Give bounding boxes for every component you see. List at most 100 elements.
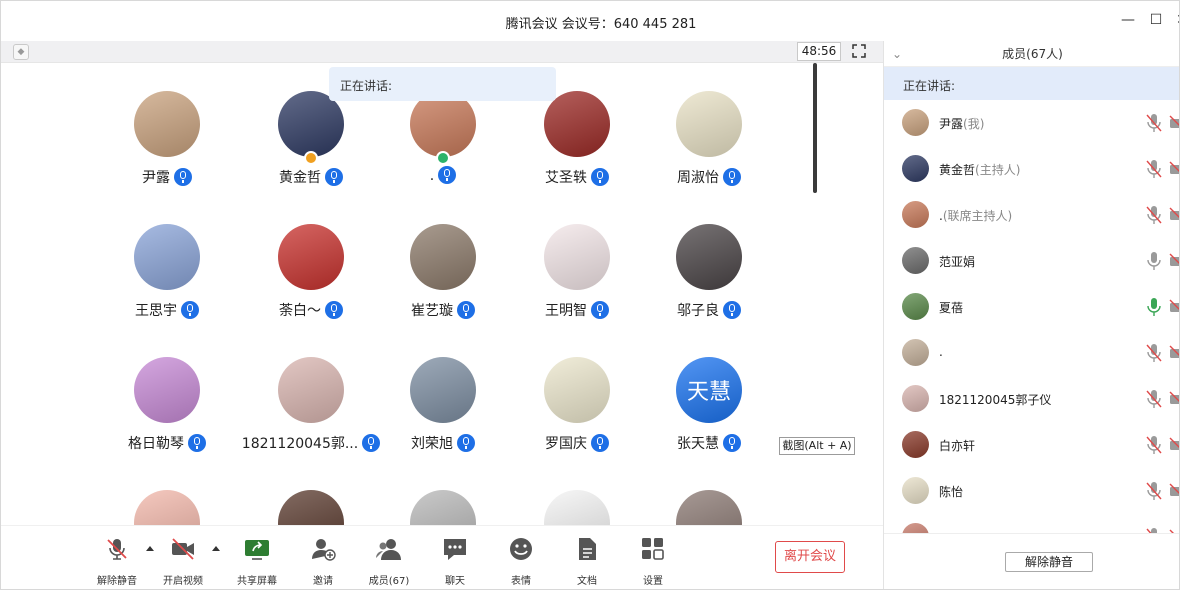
participant-avatar [544,91,610,157]
participant-tile[interactable]: 刘荣旭 [373,329,513,452]
video-toolbar: ◆ 48:56 [1,41,883,63]
member-row[interactable]: 夏蓓 [884,284,1180,330]
mic-muted-icon [107,539,127,560]
leave-meeting-button[interactable]: 离开会议 [775,541,845,573]
participant-tile[interactable]: 1821120045郭... [241,329,381,452]
chevron-down-icon[interactable]: ⌄ [892,41,902,67]
mic-icon[interactable] [1146,251,1162,271]
mic-icon[interactable] [1146,297,1162,317]
participant-tile[interactable]: 荼白～ [241,196,381,319]
member-row[interactable]: . [884,330,1180,376]
mic-muted-icon[interactable] [1146,343,1162,363]
video-off-icon[interactable] [1169,253,1180,269]
panel-speaking-bar: 正在讲话: [884,67,1179,100]
mic-muted-icon[interactable] [1146,113,1162,133]
participant-avatar [676,224,742,290]
meeting-timer: 48:56 [797,42,841,61]
member-avatar [902,109,929,136]
participant-name: 1821120045郭... [241,433,381,453]
mic-muted-icon[interactable] [1146,481,1162,501]
participant-name-text: 1821120045郭... [241,436,359,452]
minimize-button[interactable]: — [1117,9,1139,31]
participant-name-text: 崔艺璇 [411,303,453,319]
share-screen-button[interactable]: 共享屏幕 [227,536,287,587]
chat-icon [444,539,466,560]
participant-name: 王明智 [507,300,647,320]
settings-button[interactable]: 设置 [623,536,683,587]
members-panel-title: 成员(67人) [1002,47,1063,61]
video-off-icon[interactable] [1169,391,1180,407]
member-role: (主持人) [975,163,1021,177]
participant-tile[interactable] [639,462,779,525]
fullscreen-icon[interactable] [851,43,867,59]
member-name: 范亚娟 [939,253,975,270]
video-off-icon[interactable] [1169,115,1180,131]
invite-button[interactable]: 邀请 [293,536,353,587]
participant-name-text: 刘荣旭 [411,436,453,452]
participant-name-text: 格日勒琴 [128,436,184,452]
participant-tile[interactable] [97,462,237,525]
unmute-all-button[interactable]: 解除静音 [1005,552,1093,572]
members-panel-header: ⌄ 成员(67人) [884,41,1179,67]
member-row[interactable]: 陈怡 [884,468,1180,514]
member-row[interactable]: .(联席主持人) [884,192,1180,238]
member-avatar [902,201,929,228]
member-name: . [939,345,943,359]
maximize-button[interactable]: ☐ [1145,9,1167,31]
member-row[interactable]: 1821120045郭子仪 [884,376,1180,422]
grid-scrollbar[interactable] [813,63,817,193]
member-row[interactable]: 尹露(我) [884,100,1180,146]
participant-name: 罗国庆 [507,433,647,453]
emoji-button[interactable]: 表情 [491,536,551,587]
participant-avatar [544,490,610,525]
member-row[interactable]: 黄金哲(主持人) [884,146,1180,192]
video-off-icon[interactable] [1169,345,1180,361]
member-row[interactable]: 范亚娟 [884,238,1180,284]
participant-tile[interactable]: 格日勒琴 [97,329,237,452]
shield-icon[interactable]: ◆ [13,44,29,60]
close-button[interactable]: ✕ [1171,9,1179,31]
participant-name: 刘荣旭 [373,433,513,453]
members-button[interactable]: 成员(67) [359,536,419,587]
member-name-text: 夏蓓 [939,301,964,315]
participant-tile[interactable]: 王思宇 [97,196,237,319]
participant-tile[interactable] [241,462,381,525]
start-video-button[interactable]: 开启视频 [153,536,213,587]
video-off-icon[interactable] [1169,483,1180,499]
video-options-caret[interactable] [212,546,220,551]
bottom-toolbar: 解除静音 开启视频 共享屏幕 邀请 成员(67) 聊天 表情 文档 设置 离开会… [1,525,883,589]
participant-avatar [278,490,344,525]
member-name-text: 1821120045郭子仪 [939,393,1052,407]
participant-name: 张天慧 [639,433,779,453]
participant-tile[interactable] [507,462,647,525]
mic-muted-icon[interactable] [1146,435,1162,455]
mic-muted-icon[interactable] [1146,205,1162,225]
member-row[interactable]: 白亦轩 [884,422,1180,468]
mic-muted-icon[interactable] [1146,159,1162,179]
participant-name-text: 邬子良 [677,303,719,319]
participant-tile[interactable]: 罗国庆 [507,329,647,452]
video-off-icon[interactable] [1169,161,1180,177]
chat-button[interactable]: 聊天 [425,536,485,587]
mic-muted-icon[interactable] [1146,389,1162,409]
participant-tile[interactable]: 尹露 [97,63,237,186]
participant-name: 艾圣轶 [507,167,647,187]
participant-tile[interactable]: 王明智 [507,196,647,319]
participant-tile[interactable]: 邬子良 [639,196,779,319]
video-off-icon[interactable] [1169,437,1180,453]
participant-name-text: 周淑怡 [677,170,719,186]
member-name: 尹露(我) [939,115,984,132]
meeting-window: 腾讯会议 会议号：640 445 281 — ☐ ✕ ◆ 48:56 尹露黄金哲… [0,0,1180,590]
participant-tile[interactable]: 崔艺璇 [373,196,513,319]
documents-button[interactable]: 文档 [557,536,617,587]
participant-tile[interactable]: 天慧 张天慧 [639,329,779,452]
video-off-icon[interactable] [1169,207,1180,223]
participant-name-text: 黄金哲 [279,170,321,186]
participant-avatar [544,224,610,290]
members-panel-footer: 解除静音 [884,533,1179,589]
participant-tile[interactable]: 周淑怡 [639,63,779,186]
participant-name: 邬子良 [639,300,779,320]
participant-tile[interactable] [373,462,513,525]
video-off-icon[interactable] [1169,299,1180,315]
unmute-button[interactable]: 解除静音 [87,536,147,587]
